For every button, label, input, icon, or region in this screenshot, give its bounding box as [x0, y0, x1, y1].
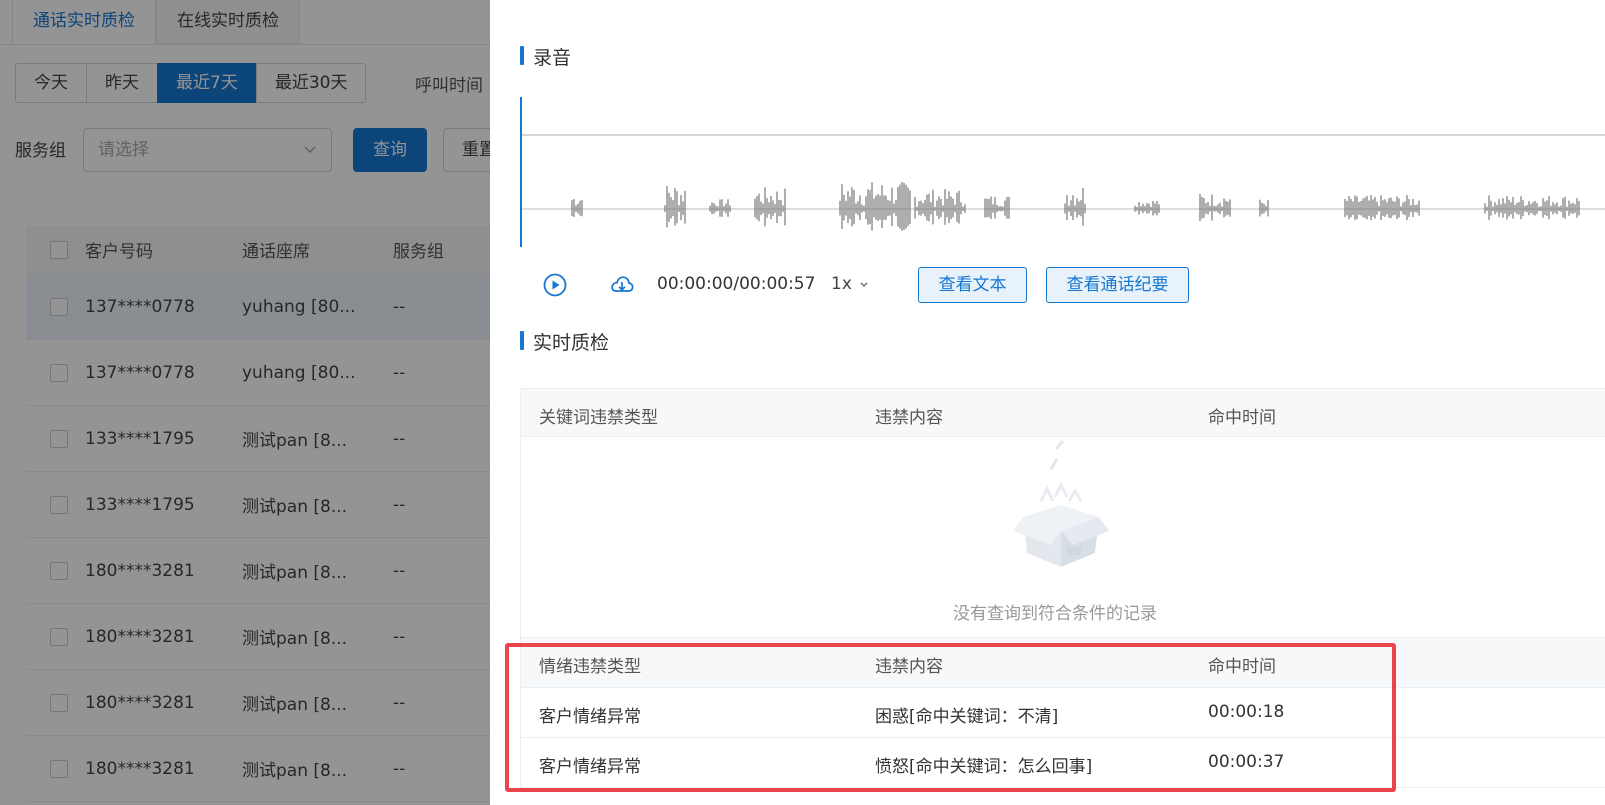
keyword-violation-table: 关键词违禁类型 违禁内容 命中时间 没有查询到符合条件的记录: [520, 388, 1605, 638]
header-hit-time: 命中时间: [1208, 408, 1276, 428]
view-summary-button[interactable]: 查看通话纪要: [1046, 267, 1189, 303]
highlight-annotation-box: [505, 643, 1396, 792]
playback-time: 00:00:00/00:00:57: [657, 274, 816, 294]
empty-text: 没有查询到符合条件的记录: [953, 604, 1157, 624]
header-content: 违禁内容: [875, 408, 943, 428]
recording-title: 录音: [520, 43, 571, 70]
play-icon[interactable]: [542, 272, 568, 298]
audio-controls: 00:00:00/00:00:57 1x 查看文本 查看通话纪要: [520, 264, 1605, 306]
speed-select[interactable]: 1x: [831, 274, 869, 294]
modal-overlay[interactable]: [0, 0, 490, 805]
audio-waveform[interactable]: [520, 97, 1605, 247]
table-header: 关键词违禁类型 违禁内容 命中时间: [521, 389, 1605, 437]
view-text-button[interactable]: 查看文本: [918, 267, 1027, 303]
empty-box-icon: [1013, 440, 1109, 567]
chevron-down-icon: [860, 282, 868, 287]
header-keyword-type: 关键词违禁类型: [539, 408, 658, 428]
speed-value: 1x: [831, 274, 852, 294]
realtime-qc-title: 实时质检: [520, 328, 609, 355]
download-icon[interactable]: [609, 272, 635, 298]
